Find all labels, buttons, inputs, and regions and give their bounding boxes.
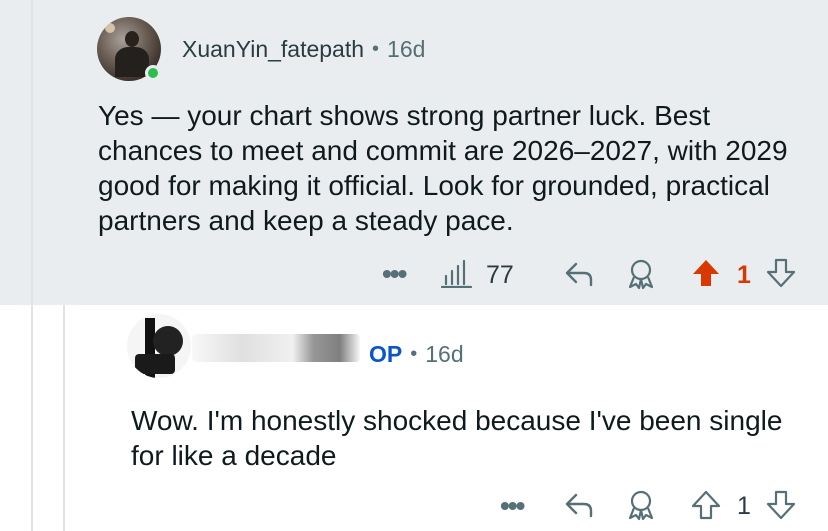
bar-chart-icon[interactable] bbox=[441, 258, 473, 288]
more-icon[interactable]: ••• bbox=[500, 490, 525, 522]
comment-age: 16d bbox=[425, 341, 464, 367]
comment-body: Yes — your chart shows strong partner lu… bbox=[98, 100, 788, 236]
comment-meta: OP • 16d bbox=[369, 341, 464, 368]
comment-highlighted: XuanYin_fatepath • 16d Yes — your chart … bbox=[0, 0, 828, 305]
comment-actions: ••• 1 bbox=[0, 486, 828, 526]
more-icon[interactable]: ••• bbox=[382, 258, 407, 290]
reply-icon[interactable] bbox=[564, 491, 594, 519]
comment-body: Wow. I'm honestly shocked because I've b… bbox=[131, 405, 783, 471]
vote-count: 1 bbox=[737, 261, 751, 289]
upvote-arrow-icon[interactable] bbox=[690, 257, 722, 289]
reply-icon[interactable] bbox=[564, 260, 594, 288]
online-status-dot bbox=[145, 65, 161, 81]
downvote-arrow-icon[interactable] bbox=[765, 257, 797, 289]
username-redacted bbox=[192, 334, 360, 362]
comment-meta: XuanYin_fatepath • 16d bbox=[182, 36, 425, 63]
meta-separator: • bbox=[372, 38, 380, 60]
avatar[interactable] bbox=[127, 314, 191, 378]
comment-actions: ••• 77 1 bbox=[0, 252, 828, 296]
downvote-arrow-icon[interactable] bbox=[765, 489, 797, 521]
op-badge: OP bbox=[369, 341, 403, 367]
vote-count: 1 bbox=[737, 492, 751, 520]
username-link[interactable]: XuanYin_fatepath bbox=[182, 36, 364, 63]
comment-age: 16d bbox=[387, 36, 426, 62]
insights-count[interactable]: 77 bbox=[486, 261, 514, 290]
award-icon[interactable] bbox=[625, 258, 657, 290]
meta-separator: • bbox=[410, 343, 418, 365]
upvote-arrow-icon[interactable] bbox=[690, 489, 722, 521]
award-icon[interactable] bbox=[625, 489, 657, 521]
